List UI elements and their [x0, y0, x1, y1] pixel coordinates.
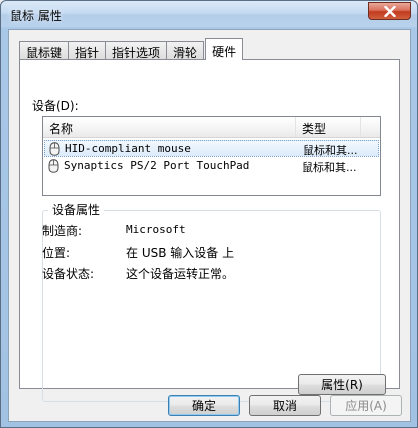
device-name: HID-compliant mouse — [65, 142, 191, 155]
mouse-icon — [49, 142, 60, 156]
devices-label: 设备(D): — [32, 99, 79, 113]
tab-wheel[interactable]: 滑轮 — [166, 41, 205, 60]
device-list-header: 名称 类型 — [43, 117, 380, 138]
tab-strip: 鼠标键 指针 指针选项 滑轮 硬件 — [19, 38, 244, 60]
dialog-window: 鼠标 属性 鼠标键 指针 指针选项 滑轮 硬件 设备(D): 名称 类型 HID… — [0, 0, 418, 428]
ok-button[interactable]: 确定 — [168, 395, 240, 416]
tab-hardware[interactable]: 硬件 — [205, 38, 244, 60]
close-button[interactable] — [368, 2, 411, 20]
device-status-label: 设备状态: — [42, 267, 95, 281]
column-header-name[interactable]: 名称 — [49, 120, 73, 137]
column-divider[interactable] — [360, 117, 361, 137]
tab-pointer-options[interactable]: 指针选项 — [105, 41, 168, 60]
properties-button[interactable]: 属性(R) — [298, 374, 386, 395]
device-row-touchpad[interactable]: Synaptics PS/2 Port TouchPad 鼠标和其... — [44, 158, 379, 175]
close-icon — [383, 5, 396, 17]
manufacturer-label: 制造商: — [42, 224, 83, 238]
device-properties-title: 设备属性 — [48, 201, 105, 218]
tab-pointers[interactable]: 指针 — [68, 41, 107, 60]
window-title: 鼠标 属性 — [10, 9, 62, 23]
device-name: Synaptics PS/2 Port TouchPad — [64, 159, 250, 172]
column-header-type[interactable]: 类型 — [302, 120, 326, 137]
cancel-button[interactable]: 取消 — [249, 395, 321, 416]
location-value: 在 USB 输入设备 上 — [126, 246, 235, 260]
apply-button[interactable]: 应用(A) — [330, 395, 402, 416]
device-status-value: 这个设备运转正常。 — [126, 267, 235, 281]
device-type: 鼠标和其... — [303, 144, 358, 157]
column-divider[interactable] — [295, 117, 296, 137]
tab-buttons[interactable]: 鼠标键 — [19, 41, 70, 60]
hardware-panel: 设备(D): 名称 类型 HID-compliant mouse 鼠标和其... — [19, 59, 400, 402]
device-row-hid-mouse[interactable]: HID-compliant mouse 鼠标和其... — [44, 140, 379, 157]
title-bar[interactable]: 鼠标 属性 — [1, 1, 417, 27]
mouse-icon — [48, 159, 59, 173]
dialog-body: 鼠标键 指针 指针选项 滑轮 硬件 设备(D): 名称 类型 HID-compl… — [8, 29, 411, 422]
location-label: 位置: — [42, 246, 71, 260]
device-list[interactable]: 名称 类型 HID-compliant mouse 鼠标和其... Synapt… — [42, 116, 381, 196]
device-type: 鼠标和其... — [302, 161, 357, 174]
manufacturer-value: Microsoft — [126, 223, 186, 236]
